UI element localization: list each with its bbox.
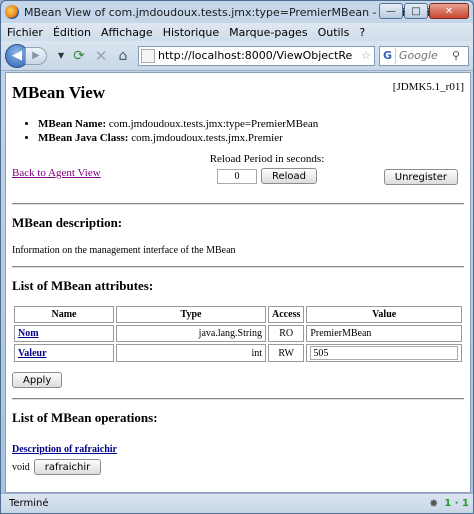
rafraichir-button[interactable]: rafraichir	[33, 459, 102, 475]
firefox-icon	[5, 5, 19, 19]
reload-period: Reload Period in seconds: Reload	[207, 153, 327, 184]
java-class-value: com.jmdoudoux.tests.jmx.Premier	[131, 132, 283, 144]
menu-bar: Fichier Édition Affichage Historique Mar…	[1, 23, 473, 41]
search-icon[interactable]: ⚲	[452, 49, 466, 62]
menu-fichier[interactable]: Fichier	[7, 26, 43, 39]
google-icon[interactable]: G	[380, 47, 396, 64]
forward-arrow-icon[interactable]: ▶	[25, 46, 47, 65]
mbean-name-value: com.jmdoudoux.tests.jmx:type=PremierMBea…	[108, 118, 319, 130]
attributes-table: Name Type Access Value Nom java.lang.Str…	[12, 304, 464, 364]
close-button[interactable]: ✕	[429, 3, 469, 19]
status-text: Terminé	[9, 498, 49, 509]
table-row: Valeur int RW	[14, 344, 462, 362]
divider	[12, 398, 464, 400]
divider	[12, 266, 464, 268]
java-class-label: MBean Java Class:	[38, 132, 129, 144]
status-counter: 1 · 1	[444, 498, 469, 509]
attr-type-cell: java.lang.String	[116, 325, 266, 342]
page-content: MBean View [JDMK5.1_r01] MBean Name: com…	[5, 72, 471, 493]
menu-edition[interactable]: Édition	[53, 26, 91, 39]
maximize-button[interactable]: □	[404, 3, 428, 19]
valeur-input[interactable]	[310, 346, 458, 360]
bookmark-star-icon[interactable]: ☆	[358, 49, 374, 62]
refresh-icon[interactable]: ⟳	[68, 45, 90, 67]
operation-description-link[interactable]: Description of rafraichir	[12, 444, 464, 455]
status-bar: Terminé ✸ 1 · 1	[1, 493, 473, 513]
attr-link-valeur[interactable]: Valeur	[18, 348, 47, 359]
version-label: [JDMK5.1_r01]	[392, 81, 464, 93]
table-row: Nom java.lang.String RO PremierMBean	[14, 325, 462, 342]
menu-help[interactable]: ?	[359, 26, 365, 39]
column-header-type: Type	[116, 306, 266, 323]
table-header-row: Name Type Access Value	[14, 306, 462, 323]
addon-gear-icon[interactable]: ✸	[429, 497, 438, 510]
column-header-value: Value	[306, 306, 462, 323]
history-dropdown-icon[interactable]: ▼	[58, 51, 68, 60]
browser-window: MBean View of com.jmdoudoux.tests.jmx:ty…	[0, 0, 474, 514]
menu-marque-pages[interactable]: Marque-pages	[229, 26, 307, 39]
back-to-agent-link[interactable]: Back to Agent View	[12, 167, 101, 179]
column-header-name: Name	[14, 306, 114, 323]
reload-label: Reload Period in seconds:	[209, 153, 325, 165]
menu-outils[interactable]: Outils	[318, 26, 350, 39]
home-icon[interactable]: ⌂	[112, 45, 134, 67]
page-icon	[141, 48, 155, 63]
window-controls: — □ ✕	[379, 3, 469, 19]
address-bar[interactable]: http://localhost:8000/ViewObjectRe ☆	[138, 45, 375, 66]
attr-access-cell: RO	[268, 325, 305, 342]
mbean-name-label: MBean Name:	[38, 118, 107, 130]
attr-type-cell: int	[116, 344, 266, 362]
java-class-item: MBean Java Class: com.jmdoudoux.tests.jm…	[38, 131, 464, 145]
menu-affichage[interactable]: Affichage	[101, 26, 153, 39]
title-bar: MBean View of com.jmdoudoux.tests.jmx:ty…	[1, 1, 473, 23]
navigation-toolbar: ◀ ▶ ▼ ⟳ ✕ ⌂ http://localhost:8000/ViewOb…	[1, 41, 473, 71]
attr-access-cell: RW	[268, 344, 305, 362]
attr-value-cell	[306, 344, 462, 362]
reload-button[interactable]: Reload	[260, 168, 318, 184]
divider	[12, 203, 464, 205]
apply-button[interactable]: Apply	[12, 372, 63, 388]
attributes-heading: List of MBean attributes:	[12, 278, 154, 293]
attr-link-nom[interactable]: Nom	[18, 328, 39, 339]
reload-period-input[interactable]	[216, 168, 257, 184]
minimize-button[interactable]: —	[379, 3, 403, 19]
reload-row: Back to Agent View Reload Period in seco…	[12, 153, 464, 193]
unregister-button[interactable]: Unregister	[383, 169, 458, 185]
attr-name-cell: Nom	[14, 325, 114, 342]
attr-value-cell: PremierMBean	[306, 325, 462, 342]
operation-row: void rafraichir	[12, 459, 464, 475]
mbean-info-list: MBean Name: com.jmdoudoux.tests.jmx:type…	[38, 117, 464, 145]
url-text[interactable]: http://localhost:8000/ViewObjectRe	[158, 49, 358, 62]
stop-icon[interactable]: ✕	[90, 45, 112, 67]
column-header-access: Access	[268, 306, 305, 323]
attr-name-cell: Valeur	[14, 344, 114, 362]
back-forward-group: ◀ ▶	[5, 43, 57, 68]
mbean-name-item: MBean Name: com.jmdoudoux.tests.jmx:type…	[38, 117, 464, 131]
operation-return-type: void	[12, 461, 30, 473]
description-heading: MBean description:	[12, 215, 123, 230]
search-input[interactable]	[396, 49, 452, 62]
search-box[interactable]: G ⚲	[379, 45, 469, 66]
operations-heading: List of MBean operations:	[12, 410, 158, 425]
menu-historique[interactable]: Historique	[163, 26, 219, 39]
description-text: Information on the management interface …	[12, 245, 236, 256]
